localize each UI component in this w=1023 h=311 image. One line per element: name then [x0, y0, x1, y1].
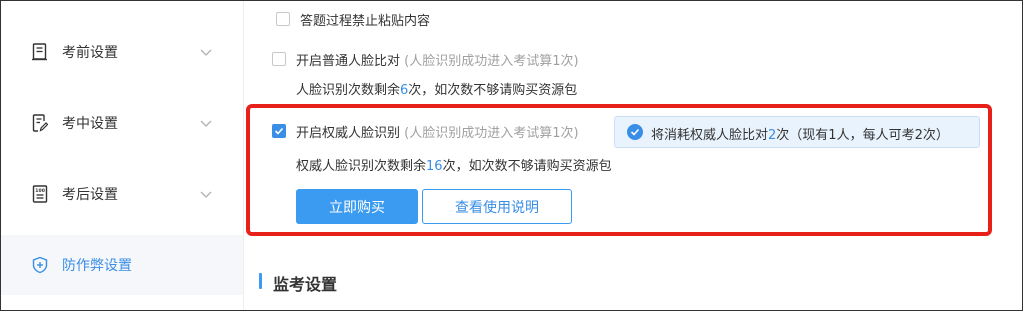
sidebar-item-post-exam[interactable]: 100 考后设置: [1, 164, 243, 224]
section-marker: [259, 273, 262, 289]
shield-icon: [31, 256, 49, 274]
sidebar-item-in-exam[interactable]: 考中设置: [1, 93, 243, 153]
chevron-down-icon: [199, 45, 213, 59]
no-paste-label: 答题过程禁止粘贴内容: [300, 14, 431, 29]
remaining-suffix: 次，如次数不够请购买资源包: [408, 83, 578, 98]
sidebar-item-anti-cheat[interactable]: 防作弊设置: [1, 235, 243, 295]
normal-face-checkbox[interactable]: [272, 52, 286, 66]
remaining-prefix: 人脸识别次数剩余: [296, 83, 401, 98]
highlight-box: [246, 104, 992, 236]
chevron-down-icon: [199, 187, 213, 201]
sidebar-item-label: 考前设置: [62, 45, 118, 61]
edit-document-icon: [31, 114, 49, 132]
sidebar: 考前设置 考中设置 100 考后设置 防作弊设置: [1, 1, 244, 310]
chevron-down-icon: [199, 116, 213, 130]
normal-face-label: 开启普通人脸比对: [296, 54, 401, 69]
document-icon: [31, 43, 49, 61]
section-title: 监考设置: [273, 275, 338, 294]
normal-face-hint: (人脸识别成功进入考试算1次): [404, 54, 579, 69]
normal-face-remaining: 人脸识别次数剩余6次，如次数不够请购买资源包: [296, 79, 577, 98]
sidebar-item-label: 考后设置: [62, 187, 118, 203]
sidebar-item-label: 考中设置: [62, 116, 118, 132]
sidebar-item-pre-exam[interactable]: 考前设置: [1, 22, 243, 82]
normal-face-option: 开启普通人脸比对 (人脸识别成功进入考试算1次): [296, 50, 579, 69]
report-icon: 100: [31, 185, 49, 203]
sidebar-item-label: 防作弊设置: [62, 258, 132, 274]
svg-text:100: 100: [35, 188, 45, 194]
no-paste-checkbox[interactable]: [276, 12, 290, 26]
